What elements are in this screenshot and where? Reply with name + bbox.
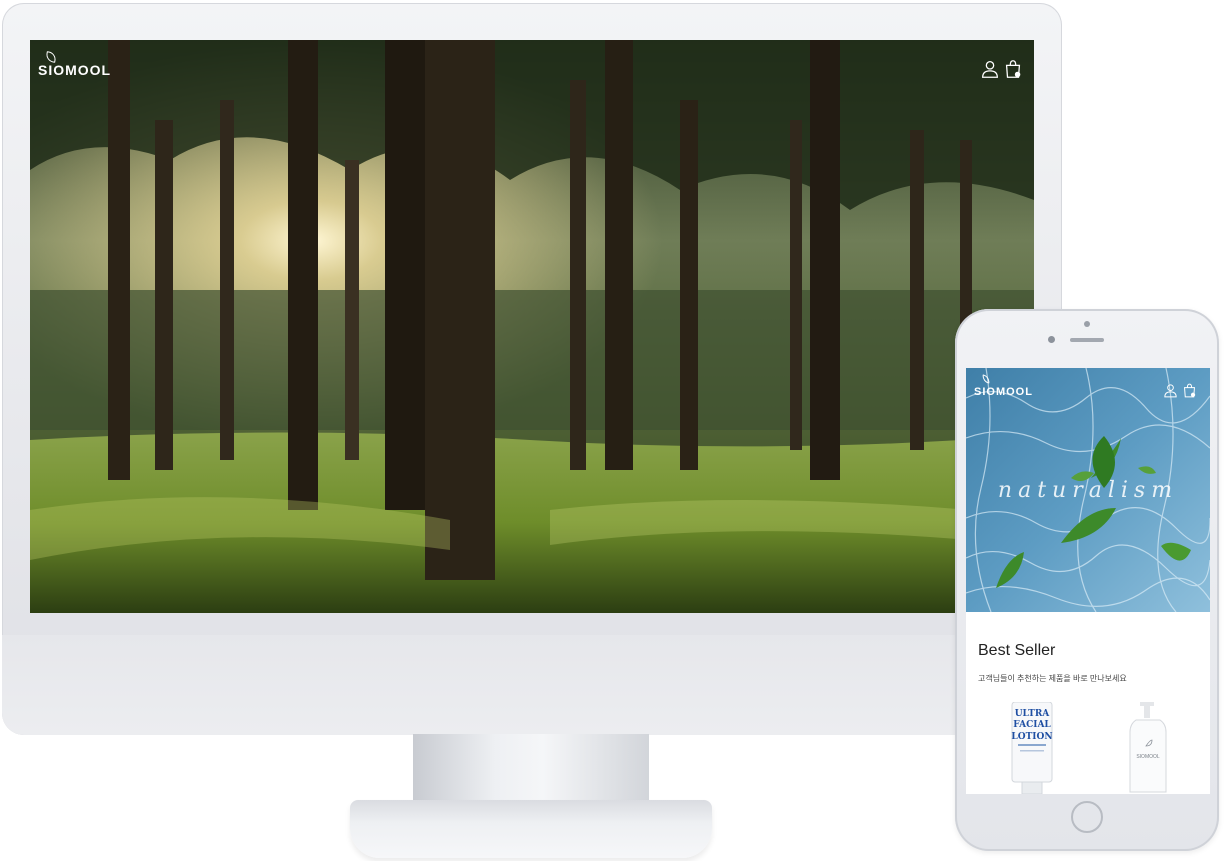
phone-sensor [1048, 336, 1055, 343]
best-seller-title: Best Seller [978, 642, 1056, 659]
mobile-phone: SIOMOOL naturalism Best Seller 고객님들이 추천하… [955, 309, 1219, 851]
brand-logo[interactable]: SIOMOOL [38, 62, 111, 78]
mobile-screen: SIOMOOL naturalism Best Seller 고객님들이 추천하… [966, 368, 1210, 794]
product-card-lotion[interactable]: ULTRA FACIAL LOTION [1010, 701, 1058, 794]
desktop-screen: SIOMOOL [30, 40, 1034, 613]
phone-camera [1084, 321, 1090, 327]
product-label-line-1: ULTRA [1015, 709, 1051, 719]
phone-speaker [1070, 338, 1104, 342]
monitor-chin [2, 635, 1062, 735]
hero-water-image: SIOMOOL naturalism [966, 368, 1210, 612]
phone-home-button[interactable] [1071, 801, 1103, 833]
hero-forest-image [30, 40, 1034, 613]
brand-logo[interactable]: SIOMOOL [974, 386, 1033, 398]
product-label-line-3: LOTION [1011, 732, 1052, 742]
product-label-line-2: FACIAL [1013, 720, 1051, 730]
user-icon[interactable] [1162, 382, 1179, 399]
shopping-bag-icon[interactable] [1002, 58, 1024, 80]
best-seller-subtitle: 고객님들이 추천하는 제품을 바로 만나보세요 [978, 674, 1127, 683]
lotion-tube-image: ULTRA FACIAL LOTION [1011, 701, 1053, 794]
desktop-monitor: SIOMOOL [2, 3, 1062, 735]
pump-bottle-image: SIOMOOL [1129, 702, 1167, 793]
shopping-bag-icon[interactable] [1181, 382, 1198, 399]
product-brand-label: SIOMOOL [1136, 754, 1160, 760]
monitor-stand-neck [413, 734, 649, 806]
monitor-stand-base [350, 800, 712, 858]
user-icon[interactable] [979, 58, 1001, 80]
product-card-bottle[interactable]: SIOMOOL [1126, 702, 1170, 794]
hero-tagline: naturalism [997, 478, 1179, 503]
